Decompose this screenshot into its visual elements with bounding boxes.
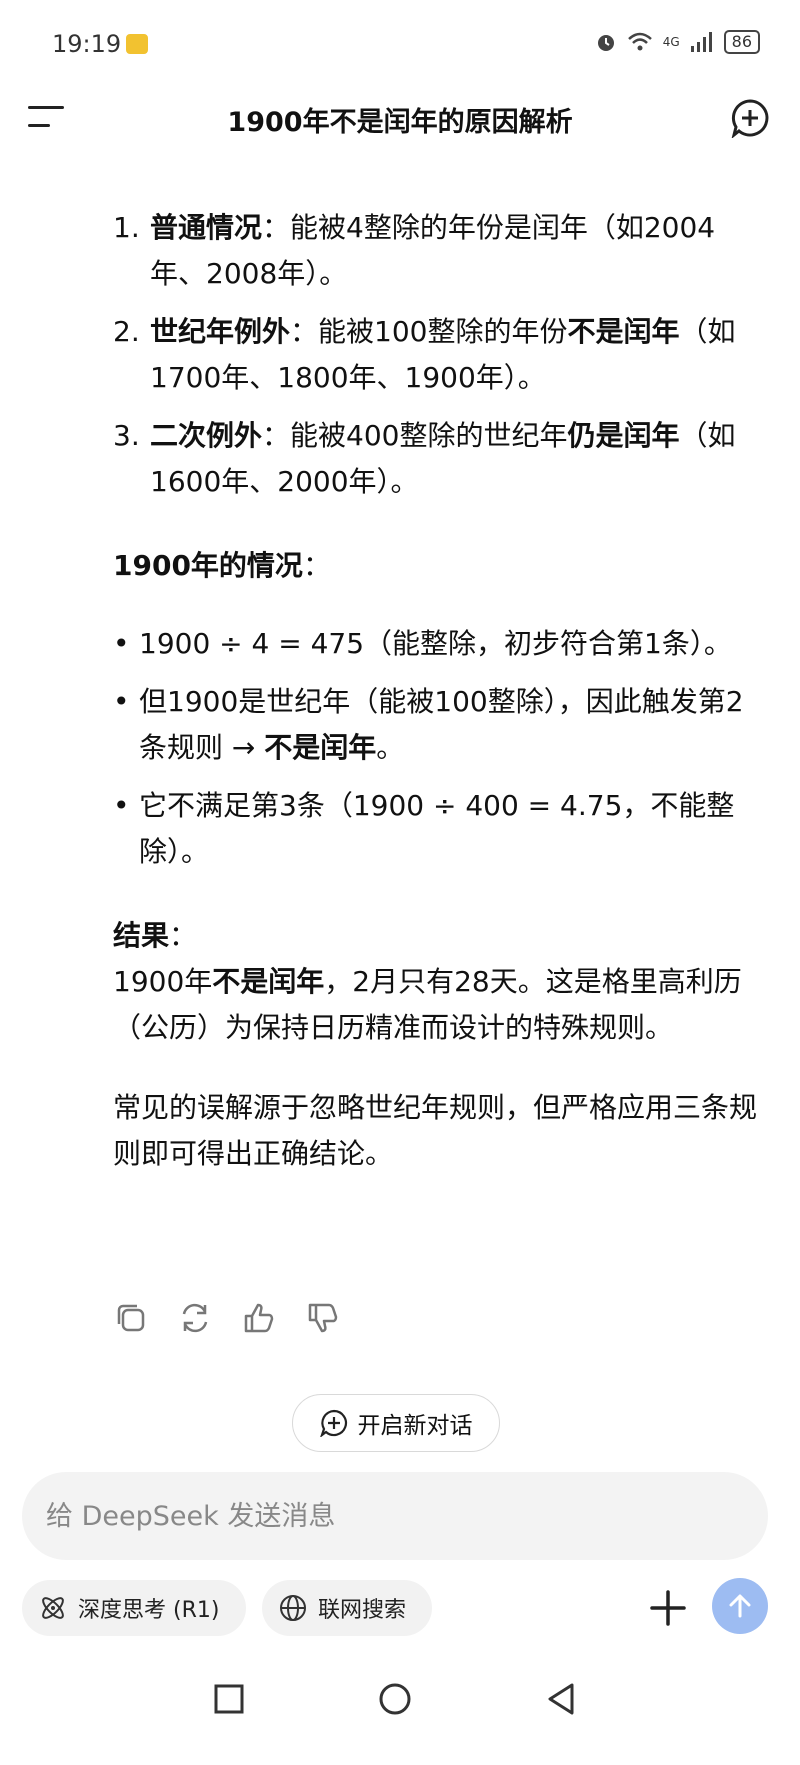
rule-title: 二次例外: [150, 419, 263, 452]
new-chat-icon[interactable]: [730, 98, 770, 138]
mail-notification-icon: [126, 34, 148, 54]
message-content: 1. 普通情况：能被4整除的年份是闰年（如2004年、2008年）。 2. 世纪…: [113, 205, 763, 1177]
wifi-icon: [627, 32, 652, 51]
thumbs-up-icon[interactable]: [241, 1300, 277, 1336]
network-type: 4G: [662, 35, 680, 49]
alarm-icon: [597, 35, 614, 51]
regenerate-icon[interactable]: [177, 1300, 213, 1336]
result-heading: 结果：: [113, 913, 763, 959]
battery-indicator: 86: [723, 30, 760, 54]
case-bullets: • 1900 ÷ 4 = 475（能整除，初步符合第1条）。 • 但1900是世…: [113, 621, 763, 875]
copy-icon[interactable]: [113, 1300, 149, 1336]
bullet: •: [113, 627, 130, 660]
message-actions: [113, 1300, 341, 1336]
result-pre: 1900年: [113, 965, 213, 998]
web-search-label: 联网搜索: [318, 1598, 407, 1623]
list-item: 1. 普通情况：能被4整除的年份是闰年（如2004年、2008年）。: [113, 205, 763, 297]
result-emphasis: 不是闰年: [212, 965, 325, 998]
section-heading: 1900年的情况：: [113, 543, 763, 589]
new-chat-button[interactable]: 开启新对话: [292, 1394, 500, 1452]
heading-bold: 结果: [113, 919, 170, 952]
list-number: 3.: [113, 419, 140, 452]
arrow-up-icon: [729, 1594, 751, 1618]
closing-paragraph: 常见的误解源于忽略世纪年规则，但严格应用三条规则即可得出正确结论。: [113, 1091, 758, 1170]
signal-icon: [690, 32, 712, 52]
list-item: 2. 世纪年例外：能被100整除的年份不是闰年（如1700年、1800年、190…: [113, 309, 763, 401]
list-number: 2.: [113, 315, 140, 348]
web-search-toggle[interactable]: 联网搜索: [262, 1580, 432, 1636]
deep-think-toggle[interactable]: 深度思考 (R1): [22, 1580, 246, 1636]
status-time: 19:19: [52, 30, 122, 58]
bullet-text: 1900 ÷ 4 = 475（能整除，初步符合第1条）。: [139, 627, 732, 660]
atom-icon: [42, 1597, 64, 1619]
heading-bold: 1900年的情况: [113, 549, 303, 582]
bullet-text: 但1900是世纪年（能被100整除），因此触发第2条规则 →: [139, 685, 744, 764]
list-number: 1.: [113, 211, 140, 244]
send-button[interactable]: [712, 1578, 768, 1634]
rule-title: 世纪年例外: [150, 315, 291, 348]
home-icon[interactable]: [378, 1682, 412, 1716]
thumbs-down-icon[interactable]: [305, 1300, 341, 1336]
bullet-emphasis: 不是闰年: [264, 731, 377, 764]
bullet-tail: 。: [376, 731, 405, 764]
back-icon[interactable]: [546, 1682, 576, 1716]
list-item: • 它不满足第3条（1900 ÷ 400 = 4.75，不能整除）。: [113, 783, 763, 875]
rules-list: 1. 普通情况：能被4整除的年份是闰年（如2004年、2008年）。 2. 世纪…: [113, 205, 763, 505]
list-item: • 但1900是世纪年（能被100整除），因此触发第2条规则 → 不是闰年。: [113, 679, 763, 771]
result-paragraph: 1900年不是闰年，2月只有28天。这是格里高利历（公历）为保持日历精准而设计的…: [113, 959, 763, 1051]
rule-text: ：能被400整除的世纪年: [262, 419, 568, 452]
status-icons: 4G 86: [595, 30, 760, 54]
rule-emphasis: 仍是闰年: [567, 419, 680, 452]
bullet: •: [113, 685, 130, 718]
page-title: 1900年不是闰年的原因解析: [227, 107, 573, 138]
list-item: • 1900 ÷ 4 = 475（能整除，初步符合第1条）。: [113, 621, 763, 667]
rule-text: ：能被100整除的年份: [290, 315, 568, 348]
globe-icon: [280, 1595, 306, 1621]
deep-think-label: 深度思考 (R1): [78, 1598, 220, 1623]
bullet-text: 它不满足第3条（1900 ÷ 400 = 4.75，不能整除）。: [139, 789, 735, 868]
new-chat-label: 开启新对话: [357, 1413, 473, 1439]
rule-title: 普通情况: [150, 211, 263, 244]
bullet: •: [113, 789, 130, 822]
heading-tail: ：: [169, 919, 198, 952]
new-chat-icon: [319, 1409, 347, 1437]
recent-apps-icon[interactable]: [214, 1684, 244, 1714]
rule-emphasis: 不是闰年: [567, 315, 680, 348]
attach-plus-icon[interactable]: [648, 1588, 688, 1628]
message-input[interactable]: [22, 1472, 768, 1560]
list-item: 3. 二次例外：能被400整除的世纪年仍是闰年（如1600年、2000年）。: [113, 413, 763, 505]
heading-tail: ：: [302, 549, 331, 582]
